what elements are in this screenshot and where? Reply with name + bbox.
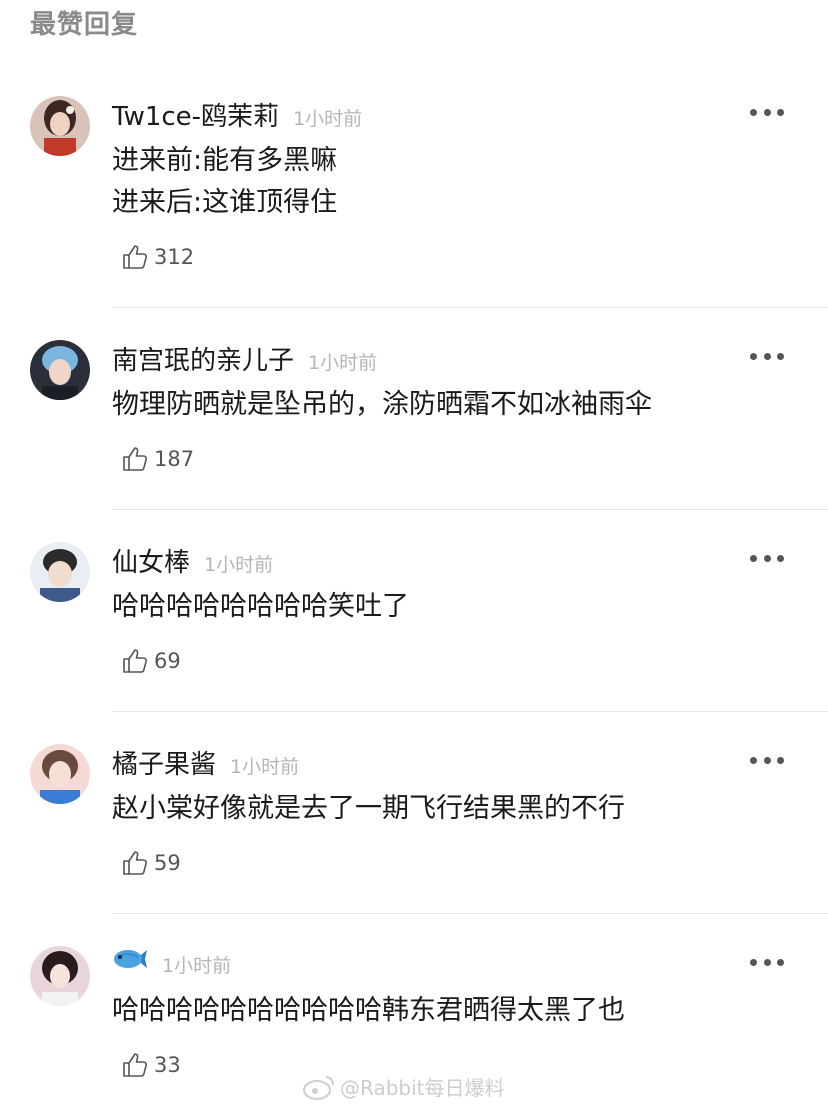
like-button[interactable]: 187 [120,444,194,474]
like-count: 69 [154,649,181,673]
comment-line: 进来前:能有多黑嘛 [112,145,338,176]
divider [112,509,828,510]
thumbs-up-icon [123,649,147,673]
avatar[interactable] [30,542,90,602]
comment-line: 哈哈哈哈哈哈哈哈笑吐了 [112,591,409,622]
divider [112,913,828,914]
comment-text: 赵小棠好像就是去了一期飞行结果黑的不行 [112,788,625,830]
comment-item: 橘子果酱 1小时前 赵小棠好像就是去了一期飞行结果黑的不行 59 [0,740,828,914]
weibo-logo-icon [303,1075,334,1100]
comment-line: 物理防晒就是坠吊的，涂防晒霜不如冰袖雨伞 [112,389,652,420]
watermark: @Rabbit每日爆料 [302,1072,505,1101]
divider [112,711,828,712]
timestamp: 1小时前 [308,352,378,374]
avatar[interactable] [30,96,90,156]
more-options-icon[interactable] [750,102,784,122]
like-button[interactable]: 69 [120,646,181,676]
more-options-icon[interactable] [750,750,784,770]
section-title: 最赞回复 [30,10,139,40]
comment-item: 南宫珉的亲儿子 1小时前 物理防晒就是坠吊的，涂防晒霜不如冰袖雨伞 187 [0,336,828,510]
timestamp: 1小时前 [162,955,232,977]
like-button[interactable]: 33 [120,1050,181,1080]
watermark-text: @Rabbit每日爆料 [340,1076,505,1100]
like-count: 33 [154,1053,181,1077]
timestamp: 1小时前 [204,554,274,576]
thumbs-up-icon [123,245,147,269]
comment-text: 哈哈哈哈哈哈哈哈哈哈韩东君晒得太黑了也 [112,990,625,1032]
comment-text: 进来前:能有多黑嘛 进来后:这谁顶得住 [112,140,337,224]
thumbs-up-icon [123,447,147,471]
more-options-icon[interactable] [750,952,784,972]
comment-line: 赵小棠好像就是去了一期飞行结果黑的不行 [112,793,625,824]
avatar[interactable] [30,744,90,804]
like-count: 312 [154,245,195,269]
comment-item: 仙女棒 1小时前 哈哈哈哈哈哈哈哈笑吐了 69 [0,538,828,712]
comment-item: Tw1ce-鸥茉莉 1小时前 进来前:能有多黑嘛 进来后:这谁顶得住 312 [0,92,828,308]
like-count: 59 [154,851,181,875]
more-options-icon[interactable] [750,346,784,366]
username[interactable]: Tw1ce-鸥茉莉 [112,96,279,133]
username[interactable]: 仙女棒 [112,542,190,579]
like-count: 187 [154,447,195,471]
comment-line: 哈哈哈哈哈哈哈哈哈哈韩东君晒得太黑了也 [112,995,625,1026]
timestamp: 1小时前 [230,756,300,778]
comment-line: 进来后:这谁顶得住 [112,187,338,218]
more-options-icon[interactable] [750,548,784,568]
divider [112,307,828,308]
timestamp: 1小时前 [293,108,363,130]
avatar[interactable] [30,946,90,1006]
comment-text: 物理防晒就是坠吊的，涂防晒霜不如冰袖雨伞 [112,384,652,426]
username[interactable]: 橘子果酱 [112,744,216,781]
comment-text: 哈哈哈哈哈哈哈哈笑吐了 [112,586,409,628]
thumbs-up-icon [123,1053,147,1077]
username[interactable]: 南宫珉的亲儿子 [112,340,294,377]
like-button[interactable]: 312 [120,242,194,272]
fish-icon[interactable] [112,946,148,972]
avatar[interactable] [30,340,90,400]
thumbs-up-icon [123,851,147,875]
like-button[interactable]: 59 [120,848,181,878]
